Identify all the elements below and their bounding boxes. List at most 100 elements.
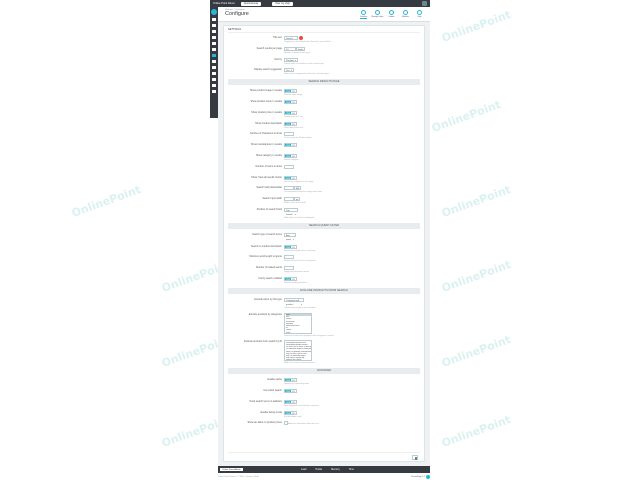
save-button[interactable]	[412, 455, 418, 460]
categories-listbox[interactable]: Home Men Women Accessories Stationery Ho…	[284, 312, 312, 334]
switch-no[interactable]: NO	[291, 379, 297, 382]
prestashop-logo-icon[interactable]	[211, 9, 217, 15]
tab-help[interactable]: Help	[415, 10, 424, 19]
switch-no[interactable]: NO	[291, 176, 297, 180]
debug-time[interactable]: Time	[349, 468, 354, 471]
orders-icon[interactable]	[212, 24, 216, 27]
settings-icon[interactable]	[212, 84, 216, 87]
form-row: Number of items to show	[228, 164, 420, 172]
switch-no[interactable]: NO	[291, 400, 297, 404]
form-row: Minimum word length to ignore Words shor…	[228, 255, 420, 262]
payment-icon[interactable]	[212, 72, 216, 75]
modules-icon[interactable]	[212, 54, 216, 57]
toggle-switch[interactable]: YES NO	[284, 388, 298, 393]
switch-no[interactable]: NO	[291, 411, 297, 415]
employee-avatar[interactable]	[422, 1, 427, 6]
tab-update[interactable]: Update	[387, 10, 396, 19]
toggle-switch[interactable]: YES NO	[284, 276, 298, 281]
switch-no[interactable]: NO	[291, 144, 297, 147]
help-text: Default category	[284, 158, 299, 161]
list-item[interactable]: Shoes	[286, 332, 311, 334]
main-content: SETTINGS Title text Search Displayed as t…	[218, 22, 430, 466]
stats-icon[interactable]	[212, 48, 216, 51]
toggle-switch[interactable]: YES NO	[284, 244, 298, 249]
exclude-type-select[interactable]: Category and product	[284, 297, 304, 306]
view-shop-button[interactable]: View my shop	[272, 1, 293, 6]
tab-manage-hooks[interactable]: Manage hooks	[372, 10, 383, 19]
admin-toggle-button[interactable]: Online Point Admin	[220, 468, 243, 471]
field-label: Track search terms in statistics	[249, 399, 282, 403]
results-per-page-input[interactable]: 10	[284, 46, 296, 51]
form-row: Show product price in results YES NO Displ…	[228, 110, 420, 118]
dashboard-icon[interactable]	[212, 18, 216, 21]
switch-no[interactable]: NO	[291, 245, 297, 249]
items-to-show-input[interactable]	[284, 164, 294, 169]
toggle-switch[interactable]: YES NO	[284, 399, 298, 404]
form-row: Track search terms in statistics YES NO St…	[228, 399, 420, 407]
toggle-switch[interactable]: YES NO	[284, 153, 298, 158]
toggle-switch[interactable]: YES NO	[284, 378, 298, 383]
watermark: OnlinePoint	[69, 182, 143, 221]
tab-label: Update	[388, 16, 395, 18]
form-row: Show product description YES NO Short desc…	[228, 121, 420, 129]
tab-translate[interactable]: Translate	[359, 10, 368, 19]
section-heading: SEARCH RESULTS PAGE	[228, 79, 420, 86]
shop-name[interactable]: Online Point Demo	[213, 2, 235, 5]
field-label: Search results per page	[256, 46, 282, 50]
field-label: Number of related words	[255, 266, 282, 270]
messages-icon[interactable]	[212, 42, 216, 45]
switch-no[interactable]: NO	[291, 122, 297, 126]
switch-no[interactable]: NO	[291, 90, 297, 93]
position-select[interactable]: Top header	[284, 207, 298, 216]
field-label: Show category in results	[255, 153, 282, 157]
field-label: Exclude items by this type	[254, 297, 282, 301]
form-row: Search in product description YES NO Inclu…	[228, 244, 420, 252]
placeholder-input[interactable]	[284, 186, 294, 191]
form-row: Show tax label on product prices Adds ta…	[228, 421, 420, 428]
related-words-input[interactable]	[284, 266, 294, 271]
catalog-icon[interactable]	[212, 30, 216, 33]
debug-load[interactable]: Load	[301, 468, 306, 471]
tab-modules[interactable]: Modules	[401, 10, 410, 19]
switch-no[interactable]: NO	[291, 111, 297, 115]
input-width-field[interactable]	[284, 197, 294, 202]
form-row: Search input width px Width of the search…	[228, 197, 420, 204]
switch-no[interactable]: NO	[291, 154, 297, 158]
debug-memory[interactable]: Memory	[331, 468, 340, 471]
products-listbox[interactable]: Hummingbird printed t-shirt Hummingbird …	[284, 340, 312, 361]
switch-no[interactable]: NO	[291, 277, 297, 281]
hooks-icon	[375, 10, 380, 15]
quick-access-button[interactable]: Quick Access	[240, 1, 262, 6]
help-text: Short description only	[284, 126, 304, 129]
puzzle-icon	[403, 10, 408, 15]
help-text: Choose how products are excluded	[284, 306, 316, 309]
toggle-switch[interactable]: YES NO	[284, 143, 298, 148]
min-word-length-input[interactable]	[284, 255, 294, 260]
title-text-input[interactable]: Search	[284, 36, 298, 40]
language-addon[interactable]: EN	[294, 186, 302, 191]
page-title: Configure	[225, 11, 249, 17]
toggle-switch[interactable]: YES NO	[284, 121, 298, 126]
toggle-switch[interactable]: YES NO	[284, 175, 298, 180]
help-text: Include description when searching	[284, 249, 316, 252]
search-type-select[interactable]: Any word	[284, 232, 296, 241]
toggle-switch[interactable]: YES NO	[284, 410, 298, 415]
help-text: Speeds up repeated queries	[284, 383, 310, 386]
field-label: Show 'View all results' button	[251, 175, 282, 179]
watermark: OnlinePoint	[439, 412, 513, 451]
description-length-input[interactable]	[284, 132, 294, 137]
debug-hooks[interactable]: Hooks	[315, 468, 322, 471]
help-text: Suggested alternative terms	[284, 271, 309, 274]
customers-icon[interactable]	[212, 36, 216, 39]
toggle-switch[interactable]: YES NO	[284, 110, 298, 115]
design-icon[interactable]	[212, 60, 216, 63]
toggle-switch[interactable]: YES NO	[284, 99, 298, 104]
sort-by-select[interactable]: Position	[284, 57, 298, 62]
switch-no[interactable]: NO	[291, 389, 297, 393]
shipping-icon[interactable]	[212, 66, 216, 69]
switch-no[interactable]: NO	[291, 100, 297, 104]
international-icon[interactable]	[212, 78, 216, 81]
suggestion-select[interactable]: Yes	[284, 68, 294, 73]
toggle-switch[interactable]: YES NO	[284, 89, 298, 94]
advanced-icon[interactable]	[212, 90, 216, 93]
